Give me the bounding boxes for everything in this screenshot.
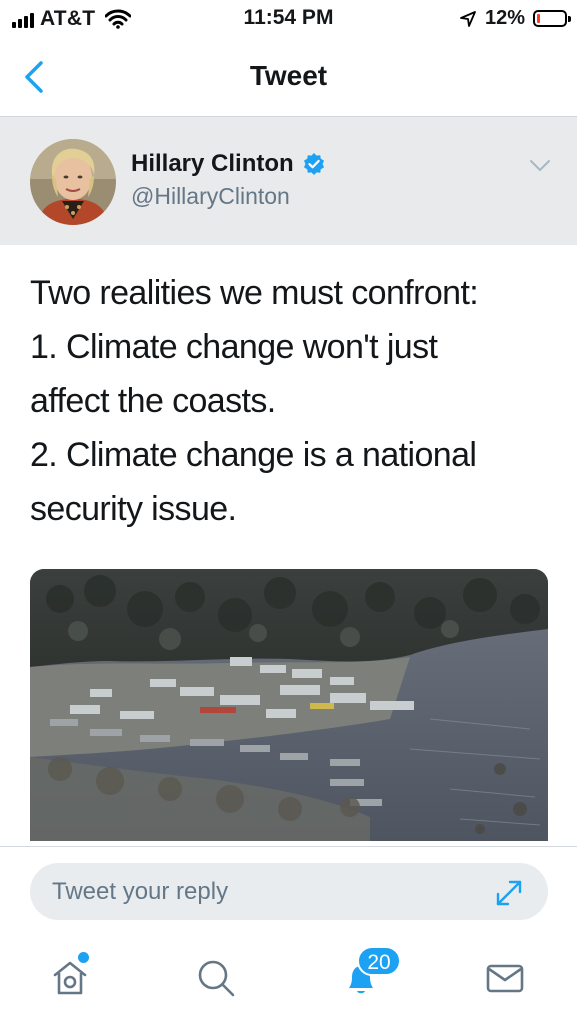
status-bar: AT&T 11:54 PM 12% [0,0,577,40]
verified-badge-icon [303,153,324,175]
tweet-text: Two realities we must confront: 1. Clima… [30,266,560,536]
battery-percent: 12% [484,7,525,29]
home-icon [53,961,87,995]
location-arrow-icon [460,10,476,27]
tab-home[interactable] [50,952,90,998]
messages-icon [486,964,524,993]
battery-icon [533,10,571,27]
expand-arrows-icon[interactable] [494,878,524,908]
reply-input[interactable]: Tweet your reply [30,863,548,920]
tweet-author-header: Hillary Clinton @HillaryClinton [0,117,577,245]
nav-bar: Tweet [0,40,577,117]
tab-bar: 20 [0,940,577,1024]
tweet-text-line: 2. Climate change is a national [30,436,477,474]
tab-search[interactable] [196,958,236,998]
tweet-text-line: Two realities we must confront: [30,274,479,312]
battery-level [537,14,540,23]
search-icon [198,960,235,997]
new-tweets-dot [78,952,89,963]
reply-divider [0,846,577,847]
chevron-down-icon[interactable] [529,159,551,173]
author-handle[interactable]: @HillaryClinton [131,183,290,210]
status-right: 12% [459,7,571,30]
tweet-text-line: affect the coasts. [30,382,276,420]
author-name[interactable]: Hillary Clinton [131,150,326,178]
tweet-text-line: 1. Climate change won't just [30,328,438,366]
tweet-photo[interactable] [30,569,548,841]
tweet-text-line: security issue. [30,490,237,528]
notification-count-badge: 20 [357,946,401,976]
avatar[interactable] [30,139,116,225]
tab-messages[interactable] [485,958,525,998]
page-title: Tweet [249,60,328,91]
author-name-text: Hillary Clinton [131,150,294,177]
reply-placeholder: Tweet your reply [52,878,229,905]
